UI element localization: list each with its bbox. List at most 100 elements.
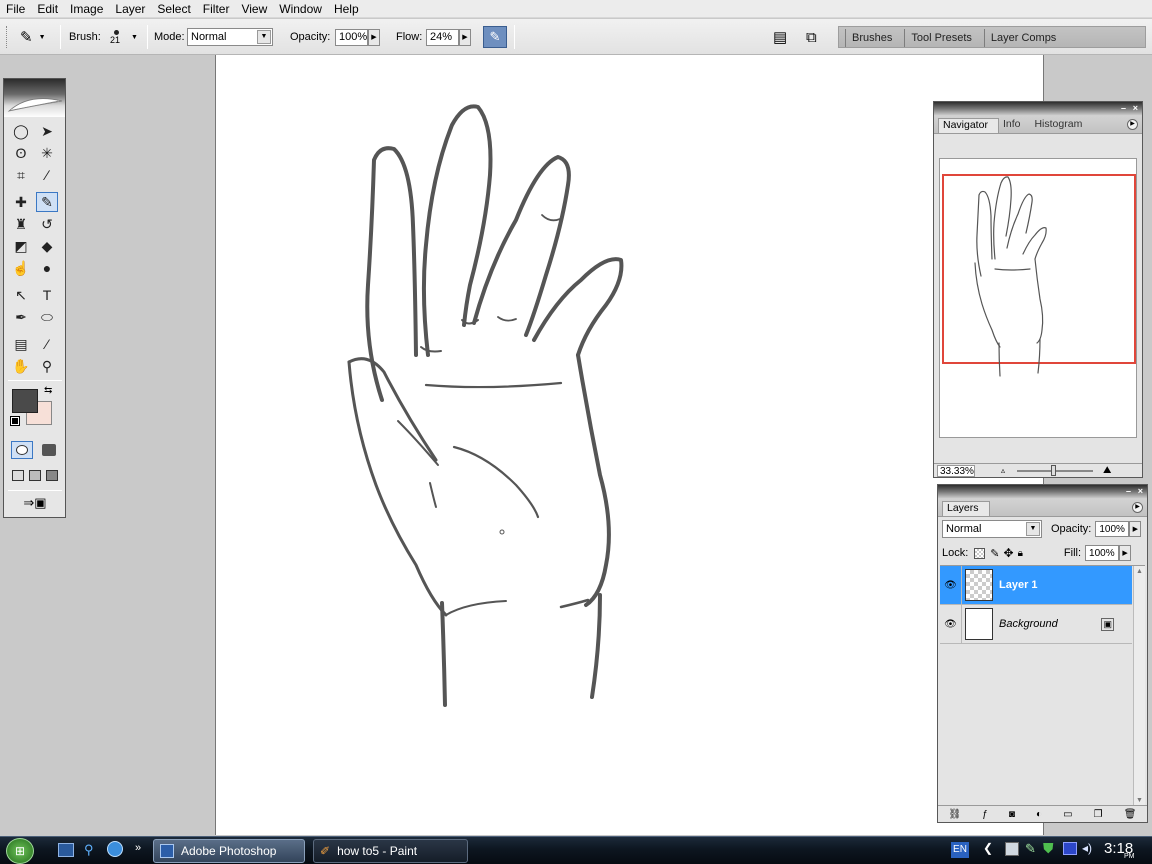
flow-slider-button[interactable]: ▶	[459, 28, 471, 46]
lock-all-icon[interactable]: 🔒︎	[1018, 548, 1023, 559]
start-button[interactable]: ⊞	[6, 838, 34, 864]
layer-style-icon[interactable]: ƒ	[982, 809, 988, 820]
layer-mask-icon[interactable]: ◙	[1009, 809, 1015, 820]
opacity-slider-button[interactable]: ▶	[368, 28, 380, 46]
jump-to-imageready-icon[interactable]: ⇒▣	[13, 494, 57, 512]
menu-filter[interactable]: Filter	[197, 0, 236, 18]
elliptical-marquee-icon[interactable]: ◯	[10, 121, 32, 141]
tab-histogram[interactable]: Histogram	[1030, 118, 1092, 133]
quick-launch-chevron-icon[interactable]: »	[135, 842, 141, 854]
menu-select[interactable]: Select	[151, 0, 196, 18]
healing-brush-icon[interactable]: ✚	[10, 192, 32, 212]
minimize-icon[interactable]: –	[1121, 103, 1126, 113]
network-icon[interactable]	[1005, 842, 1019, 856]
layer-opacity-slider-button[interactable]: ▶	[1129, 521, 1142, 537]
clone-stamp-icon[interactable]: ♜	[10, 214, 32, 234]
chevron-down-icon[interactable]: ▼	[131, 34, 138, 41]
airbrush-icon[interactable]: ✎	[483, 26, 507, 48]
menu-view[interactable]: View	[235, 0, 273, 18]
standard-mode-button[interactable]	[11, 441, 33, 459]
panel-menu-icon[interactable]: ▶	[1127, 119, 1138, 130]
eraser-icon[interactable]: ◩	[10, 236, 32, 256]
document-canvas[interactable]	[215, 55, 1044, 835]
browser-icon[interactable]	[107, 841, 123, 857]
menu-layer[interactable]: Layer	[109, 0, 151, 18]
eyedropper-icon[interactable]: ⁄	[36, 334, 58, 354]
trash-icon[interactable]: 🗑︎	[1124, 809, 1137, 820]
fill-slider-button[interactable]: ▶	[1119, 545, 1132, 561]
screen-mode-menubar-icon[interactable]	[29, 470, 41, 481]
layer-opacity-input[interactable]: 100%	[1095, 521, 1130, 537]
panel-menu-icon[interactable]: ▶	[1132, 502, 1143, 513]
layers-scrollbar[interactable]: ▲ ▼	[1133, 566, 1145, 806]
opacity-input[interactable]: 100%	[335, 28, 368, 46]
scroll-up-icon[interactable]: ▲	[1136, 568, 1143, 575]
dodge-icon[interactable]: ●	[36, 258, 58, 278]
file-browser-icon[interactable]: ▤	[773, 28, 787, 46]
zoom-level[interactable]: 33.33%	[937, 464, 975, 477]
layer-name[interactable]: Background	[999, 618, 1058, 630]
move-icon[interactable]: ➤	[36, 121, 58, 141]
language-indicator[interactable]: EN	[951, 842, 969, 858]
default-colors-icon[interactable]	[10, 416, 20, 426]
hand-icon[interactable]: ✋	[10, 356, 32, 376]
minimize-icon[interactable]: –	[1126, 486, 1131, 496]
security-shield-icon[interactable]: ⛊	[1043, 840, 1054, 857]
new-layer-icon[interactable]: ❐	[1094, 809, 1103, 820]
pen-icon[interactable]: ✒	[10, 307, 32, 327]
notes-icon[interactable]: ▤	[10, 334, 32, 354]
zoom-out-icon[interactable]: ▵	[1001, 466, 1005, 475]
type-icon[interactable]: T	[36, 285, 58, 305]
path-select-icon[interactable]: ↖	[10, 285, 32, 305]
history-brush-icon[interactable]: ↺	[36, 214, 58, 234]
lock-move-icon[interactable]: ✥	[1004, 546, 1014, 560]
tray-expand-icon[interactable]: ❮	[983, 841, 993, 855]
zoom-slider-thumb[interactable]	[1051, 464, 1057, 476]
scroll-down-icon[interactable]: ▼	[1136, 797, 1143, 804]
taskbar-button-paint[interactable]: ✐ how to5 - Paint	[313, 839, 468, 863]
tool-preset-picker[interactable]: ✎ ▼	[20, 19, 46, 55]
clock[interactable]: 3:18 PM	[1104, 840, 1150, 862]
flow-input[interactable]: 24%	[426, 28, 459, 46]
zoom-icon[interactable]: ⚲	[36, 356, 58, 376]
foreground-color-swatch[interactable]	[12, 389, 38, 413]
adjustment-layer-icon[interactable]: ◐	[1036, 809, 1042, 820]
layer-name[interactable]: Layer 1	[999, 579, 1038, 591]
palette-well-icon[interactable]: ⧉	[806, 29, 817, 46]
menu-window[interactable]: Window	[273, 0, 328, 18]
zoom-slider[interactable]	[1017, 464, 1094, 476]
screen-mode-standard-icon[interactable]	[12, 470, 24, 481]
eye-icon[interactable]: 👁︎	[940, 605, 962, 643]
well-tab-layer-comps[interactable]: Layer Comps	[983, 29, 1066, 47]
menu-edit[interactable]: Edit	[31, 0, 64, 18]
mode-dropdown[interactable]: Normal ▼	[187, 28, 273, 46]
magic-wand-icon[interactable]: ✳	[36, 143, 58, 163]
show-desktop-icon[interactable]	[58, 843, 74, 857]
well-tab-tool-presets[interactable]: Tool Presets	[904, 29, 982, 47]
navigator-preview[interactable]	[939, 158, 1137, 438]
blend-mode-dropdown[interactable]: Normal ▼	[942, 520, 1042, 538]
eye-icon[interactable]: 👁︎	[940, 566, 962, 604]
new-group-icon[interactable]: ▭	[1063, 809, 1072, 820]
display-icon[interactable]	[1063, 842, 1077, 855]
menu-help[interactable]: Help	[328, 0, 365, 18]
link-layers-icon[interactable]: ⛓	[949, 809, 962, 820]
taskbar-button-photoshop[interactable]: Adobe Photoshop	[153, 839, 305, 863]
tab-info[interactable]: Info	[999, 118, 1031, 133]
fill-input[interactable]: 100%	[1085, 545, 1120, 561]
brush-icon[interactable]: ✎	[36, 192, 58, 212]
layer-row-background[interactable]: 👁︎ Background ▣	[940, 605, 1132, 644]
smudge-icon[interactable]: ☝	[10, 258, 32, 278]
panel-title-bar[interactable]: – ×	[938, 485, 1147, 499]
slice-icon[interactable]: ∕	[36, 165, 58, 185]
panel-title-bar[interactable]: – ×	[934, 102, 1142, 116]
quick-mask-button[interactable]	[38, 441, 60, 459]
menu-image[interactable]: Image	[64, 0, 109, 18]
menu-file[interactable]: File	[0, 0, 31, 18]
pen-tablet-icon[interactable]: ✎	[1025, 841, 1036, 857]
close-icon[interactable]: ×	[1138, 486, 1143, 496]
search-icon[interactable]: ⚲	[84, 842, 94, 858]
tab-layers[interactable]: Layers	[942, 501, 990, 516]
tab-navigator[interactable]: Navigator	[938, 118, 999, 133]
screen-mode-full-icon[interactable]	[46, 470, 58, 481]
